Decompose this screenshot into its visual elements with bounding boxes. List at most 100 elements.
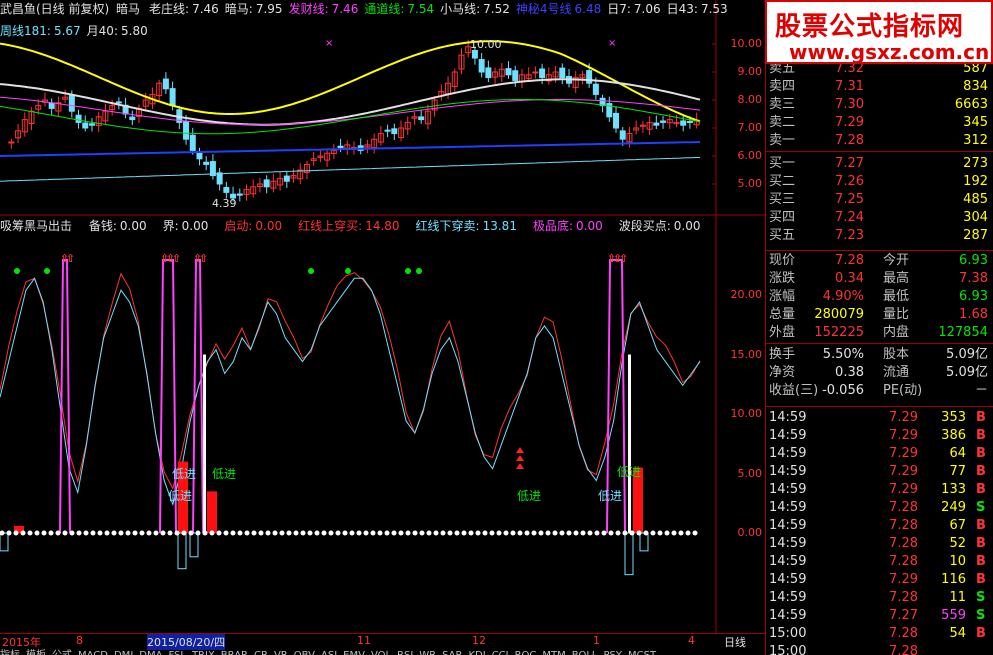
- header-item-label: 发财线:: [288, 2, 329, 16]
- indicator-tab[interactable]: TRIX: [192, 650, 215, 655]
- green-peak-dot: [44, 268, 50, 274]
- indicator-item-label: 红线下穿卖:: [415, 219, 480, 233]
- indicator-tab[interactable]: OBV: [294, 650, 315, 655]
- zero-dot: [181, 530, 187, 536]
- indicator-tab[interactable]: ASI: [321, 650, 337, 655]
- quote-label: 内盘: [883, 325, 910, 340]
- zero-dot: [104, 530, 110, 536]
- indicator-tab[interactable]: MACD: [78, 650, 108, 655]
- quote-label: 总量: [769, 307, 796, 322]
- candle-body: [162, 78, 169, 90]
- candle-body: [471, 49, 478, 59]
- tick-row: 14:59 7.29 133 B: [766, 481, 993, 499]
- indicator-tab[interactable]: KDJ: [468, 650, 485, 655]
- tick-side: B: [976, 626, 986, 641]
- candle-body: [485, 67, 492, 79]
- zero-dot: [48, 530, 54, 536]
- zero-dot: [13, 530, 19, 536]
- quote-row: 净资 0.38 流通 5.09亿: [766, 364, 993, 382]
- zero-dot: [300, 530, 306, 536]
- header-item-value: 6.48: [574, 2, 602, 16]
- quote-label: 现价: [769, 253, 796, 268]
- buy-in-label: 低进: [517, 489, 541, 503]
- cyan-negative-bar: [189, 532, 199, 558]
- tick-volume: 77: [949, 464, 966, 479]
- quote-value: 1.68: [959, 307, 988, 322]
- logo-url: www.gsxz.com.cn: [789, 40, 990, 64]
- indicator-tab[interactable]: VR: [274, 650, 288, 655]
- tick-time: 14:59: [769, 500, 807, 515]
- header-item: 神秘4号线 6.48: [516, 2, 604, 16]
- tick-price: 7.29: [889, 428, 918, 443]
- tick-row: 14:59 7.29 116 B: [766, 571, 993, 589]
- bid-row: 买二 7.26 192: [766, 173, 993, 191]
- indicator-tab[interactable]: 模板: [26, 650, 46, 655]
- indicator-item-label: 极品底:: [532, 219, 573, 233]
- indicator-tab[interactable]: DMA: [139, 650, 162, 655]
- up-arrow-marker: ⇧: [172, 252, 181, 265]
- chart-area[interactable]: 10.00 4.39 × × ⇧ ⇧ ⇧ ⇧ ⇧ ⇧ ⇧ ⇧ ⇧ ⇧ 低进 低进 低进 低进 低进 低进 武昌鱼(日线…: [0, 0, 765, 655]
- indicator-tab[interactable]: ROC: [515, 650, 537, 655]
- tick-price: 7.28: [889, 644, 918, 655]
- bid-volume: 287: [963, 228, 988, 243]
- zero-dot: [678, 530, 684, 536]
- chart-canvas[interactable]: 10.004.39× ×⇧⇧ ⇧⇧⇧ ⇧⇧ ⇧⇧⇧低进 低进低进 低进 低进低进: [0, 0, 765, 655]
- tick-time: 15:00: [769, 626, 807, 641]
- zero-dot: [34, 530, 40, 536]
- candle-body: [183, 120, 190, 140]
- price-axis-label: 8.00: [737, 93, 763, 106]
- zero-dot: [615, 530, 621, 536]
- zero-dot: [230, 530, 236, 536]
- indicator-tab[interactable]: WR: [419, 650, 436, 655]
- indicator-tab[interactable]: BOLL: [572, 650, 598, 655]
- zero-dot: [342, 530, 348, 536]
- indicator-tab[interactable]: MTM: [542, 650, 565, 655]
- indicator-tab[interactable]: PSY: [604, 650, 623, 655]
- indicator-tab[interactable]: 指标: [0, 650, 20, 655]
- price-axis-label: 7.00: [737, 121, 763, 134]
- zero-dot: [27, 530, 33, 536]
- quote-value: 280079: [814, 307, 864, 322]
- zero-dot: [6, 530, 12, 536]
- zero-dot: [643, 530, 649, 536]
- stock-title: 武昌鱼(日线 前复权): [0, 2, 110, 16]
- tick-side: B: [976, 482, 986, 497]
- indicator-tab[interactable]: SAR: [442, 650, 462, 655]
- cyan-long-line: [0, 156, 701, 182]
- indicator-tab[interactable]: CR: [254, 650, 268, 655]
- ask-row: 卖四 7.31 834: [766, 78, 993, 96]
- ask-label: 卖四: [769, 79, 796, 94]
- indicator-tab[interactable]: BRAR: [221, 650, 248, 655]
- header-item-label: 日43:: [666, 2, 698, 16]
- red-triangle-marker: [516, 455, 524, 461]
- quote-label: 涨跌: [769, 271, 796, 286]
- zero-dot: [398, 530, 404, 536]
- quote-value: 4.90%: [822, 289, 864, 304]
- zero-dot: [601, 530, 607, 536]
- tick-row: 14:59 7.28 67 B: [766, 517, 993, 535]
- indicator-title: 吸筹黑马出击: [0, 219, 73, 233]
- header-item: 日7: 7.06: [607, 2, 663, 16]
- tick-row: 14:59 7.27 559 S: [766, 607, 993, 625]
- indicator-tab[interactable]: VOL: [371, 650, 391, 655]
- tick-price: 7.29: [889, 482, 918, 497]
- zero-dot: [279, 530, 285, 536]
- indicator-tabs[interactable]: 指标 模板 公式 MACD DMI DMA FSL TRIX BRAR CR VR OBV ASI EMV…: [0, 646, 765, 655]
- quote-value: 0.38: [835, 365, 864, 380]
- zero-dot: [580, 530, 586, 536]
- zero-dot: [118, 530, 124, 536]
- header-line2-value: 5.67: [53, 24, 81, 38]
- indicator-tab[interactable]: 公式: [52, 650, 72, 655]
- indicator-item: 红线下穿卖: 13.81: [416, 219, 520, 233]
- tick-row: 14:59 7.28 11 S: [766, 589, 993, 607]
- tick-side: S: [976, 590, 986, 605]
- red-volume-bar: [207, 491, 217, 533]
- tick-volume: 52: [949, 536, 966, 551]
- indicator-tab[interactable]: MCST: [628, 650, 656, 655]
- indicator-tab[interactable]: EMV: [343, 650, 365, 655]
- indicator-tab[interactable]: CCI: [492, 650, 509, 655]
- tick-time: 14:59: [769, 464, 807, 479]
- indicator-tab[interactable]: FSL: [168, 650, 186, 655]
- indicator-tab[interactable]: DMI: [114, 650, 133, 655]
- indicator-tab[interactable]: RSI: [397, 650, 413, 655]
